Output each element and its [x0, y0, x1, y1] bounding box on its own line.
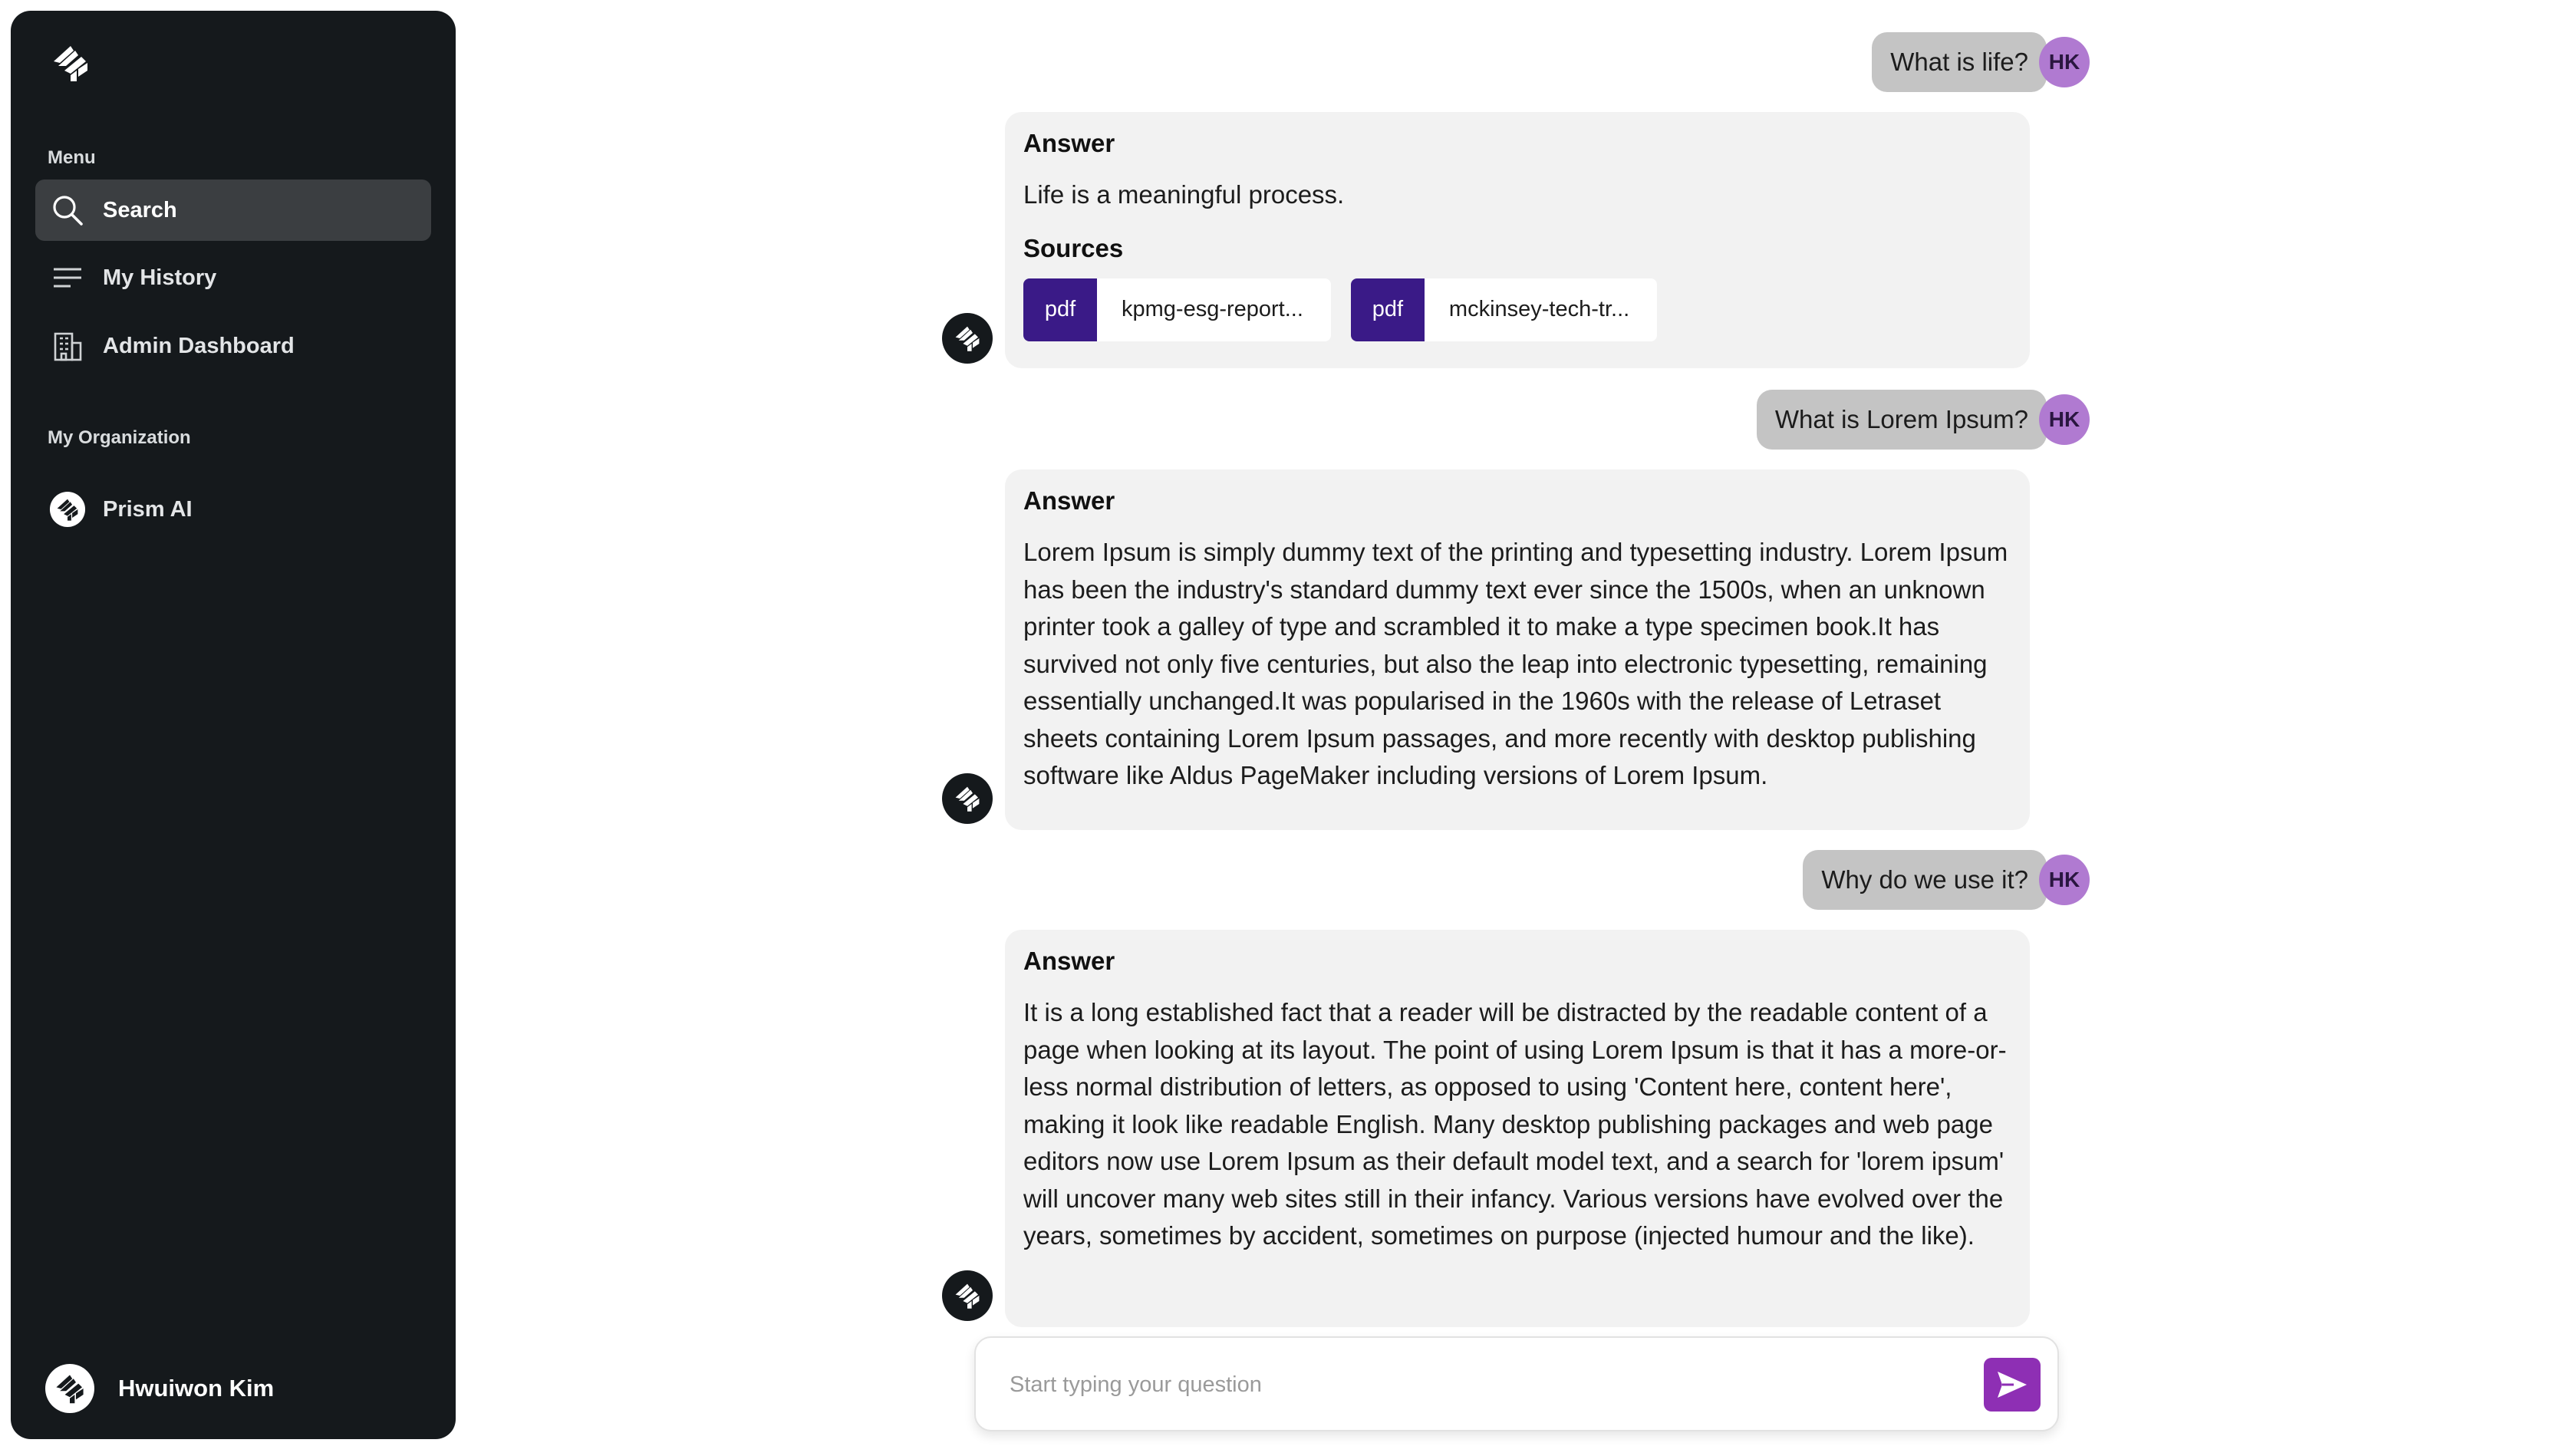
sources-list: pdf kpmg-esg-report... pdf mckinsey-tech…	[1023, 278, 2011, 341]
pdf-badge: pdf	[1023, 278, 1097, 341]
question-input[interactable]	[1008, 1338, 1932, 1431]
user-question: What is life?	[1872, 32, 2047, 92]
send-icon	[1995, 1369, 2029, 1400]
source-chip[interactable]: pdf mckinsey-tech-tr...	[1350, 278, 1658, 341]
user-message: What is life?	[1872, 32, 2047, 92]
assistant-avatar-icon	[942, 313, 993, 364]
avatar: HK	[2039, 855, 2090, 905]
answer-text: Life is a meaningful process.	[1023, 180, 1345, 209]
user-question: Why do we use it?	[1803, 850, 2047, 910]
answer-card: Answer It is a long established fact tha…	[1005, 930, 2030, 1327]
source-chip[interactable]: pdf kpmg-esg-report...	[1023, 278, 1331, 341]
user-message: Why do we use it?	[1803, 850, 2047, 910]
avatar: HK	[2039, 394, 2090, 445]
user-question: What is Lorem Ipsum?	[1756, 390, 2047, 450]
assistant-avatar-icon	[942, 1270, 993, 1321]
source-name: mckinsey-tech-tr...	[1448, 297, 1630, 321]
send-button[interactable]	[1984, 1358, 2041, 1412]
question-input-bar	[974, 1336, 2059, 1431]
answer-text: It is a long established fact that a rea…	[1023, 998, 2007, 1250]
avatar: HK	[2039, 37, 2090, 87]
answer-title: Answer	[1023, 129, 1115, 157]
answer-title: Answer	[1023, 947, 1115, 975]
sources-title: Sources	[1023, 233, 1124, 262]
answer-text: Lorem Ipsum is simply dummy text of the …	[1023, 538, 2008, 789]
user-message: What is Lorem Ipsum?	[1756, 390, 2047, 450]
source-name: kpmg-esg-report...	[1122, 297, 1303, 321]
answer-card: Answer Lorem Ipsum is simply dummy text …	[1005, 469, 2030, 830]
pdf-badge: pdf	[1350, 278, 1425, 341]
assistant-avatar-icon	[942, 773, 993, 824]
answer-title: Answer	[1023, 486, 1115, 515]
answer-card: Answer Life is a meaningful process. Sou…	[1005, 112, 2030, 368]
chat-thread: What is life? HK Answer Life is a meanin…	[0, 0, 2576, 1456]
